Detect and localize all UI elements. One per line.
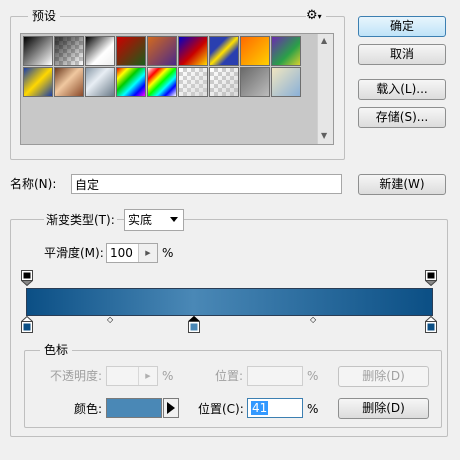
new-button[interactable]: 新建(W) [358,174,446,195]
smoothness-unit: % [162,246,174,260]
preset-swatch[interactable] [178,67,208,97]
opacity-stepper-icon: ▶ [138,367,157,385]
preset-swatch[interactable] [85,67,115,97]
location-label: 位置(C): [198,402,244,416]
color-stop-left[interactable] [21,316,33,333]
cancel-button[interactable]: 取消 [358,44,446,65]
presets-title: 预设 [28,9,61,23]
opacity-label: 不透明度: [50,369,103,383]
color-delete-button[interactable]: 删除(D) [338,398,429,419]
preset-swatch[interactable] [85,36,115,66]
opacity-unit: % [162,369,174,383]
opacity-field: ▶ [106,366,158,386]
location-value: 41 [251,401,269,415]
chevron-down-icon [170,217,178,222]
color-label: 颜色: [74,402,103,416]
smoothness-field[interactable]: 100 ▶ [106,243,158,263]
gradient-type-value: 实底 [128,213,153,227]
preset-swatch[interactable] [271,36,301,66]
gradient-preview-bar[interactable] [26,288,433,316]
preset-swatch[interactable] [147,67,177,97]
opacity-stop-right[interactable] [425,270,437,286]
save-button[interactable]: 存储(S)... [358,107,446,128]
stops-title: 色标 [40,343,73,357]
ok-button[interactable]: 确定 [358,16,446,37]
preset-swatch[interactable] [209,67,239,97]
opacity-location-label: 位置: [215,369,244,383]
color-swatch[interactable] [106,398,162,418]
preset-swatch[interactable] [23,67,53,97]
preset-scrollbar[interactable]: ▲ ▼ [317,34,333,144]
preset-swatch[interactable] [116,67,146,97]
color-picker-button[interactable] [163,398,179,418]
midpoint-diamond-icon[interactable]: ◇ [107,316,113,324]
preset-swatch[interactable] [23,36,53,66]
name-label: 名称(N): [10,177,57,191]
preset-swatch[interactable] [54,67,84,97]
color-stop-selected[interactable] [188,316,200,333]
preset-swatch[interactable] [147,36,177,66]
preset-swatch[interactable] [54,36,84,66]
preset-swatch[interactable] [209,36,239,66]
smoothness-stepper-icon[interactable]: ▶ [138,244,157,262]
preset-swatch[interactable] [240,67,270,97]
opacity-location-unit: % [307,369,319,383]
scroll-down-icon[interactable]: ▼ [321,131,327,140]
opacity-delete-button: 删除(D) [338,366,429,387]
gradient-type-label: 渐变类型(T): [44,212,117,228]
name-input[interactable] [71,174,342,194]
smoothness-value: 100 [110,246,133,260]
preset-swatch[interactable] [178,36,208,66]
gradient-type-dropdown[interactable]: 实底 [124,209,184,231]
scroll-up-icon[interactable]: ▲ [321,36,327,45]
opacity-stop-left[interactable] [21,270,33,286]
location-input[interactable]: 41 [247,398,303,418]
preset-grid: ▲ ▼ [20,33,334,145]
opacity-location-field [247,366,303,386]
gear-icon[interactable]: ⚙▾ [306,8,326,24]
color-stop-right[interactable] [425,316,437,333]
preset-swatch[interactable] [116,36,146,66]
smoothness-label: 平滑度(M): [44,246,104,260]
midpoint-diamond-icon[interactable]: ◇ [310,316,316,324]
location-unit: % [307,402,319,416]
preset-swatch[interactable] [240,36,270,66]
load-button[interactable]: 载入(L)... [358,79,446,100]
preset-swatch[interactable] [271,67,301,97]
play-arrow-icon [167,402,175,414]
